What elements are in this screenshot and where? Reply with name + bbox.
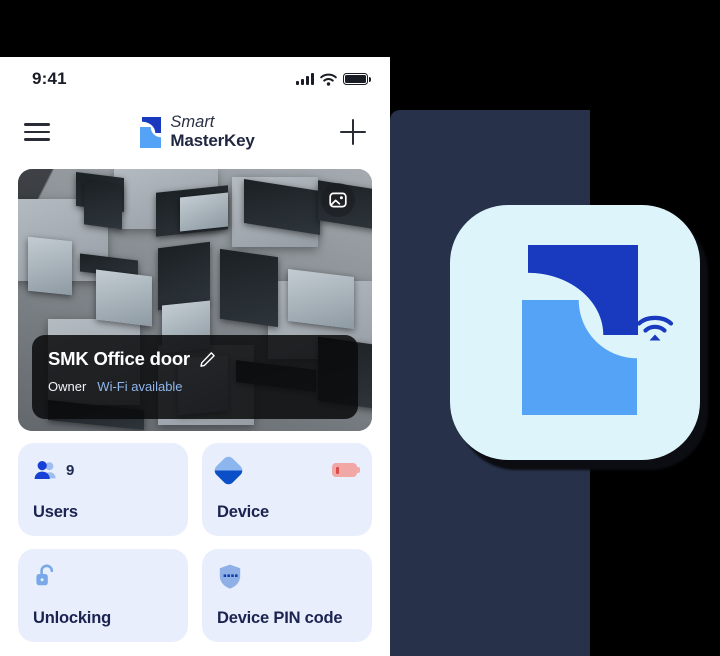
brand-line-2: MasterKey <box>170 130 255 150</box>
tile-device[interactable]: Device <box>202 443 372 536</box>
pencil-edit-icon[interactable] <box>199 351 216 368</box>
tile-unlocking-top <box>33 563 173 589</box>
status-time: 9:41 <box>32 69 67 88</box>
tile-unlocking[interactable]: Unlocking <box>18 549 188 642</box>
app-icon-container <box>450 205 708 470</box>
door-connection-status: Wi-Fi available <box>97 379 183 394</box>
battery-full-icon <box>343 72 371 86</box>
tile-pin-label: Device PIN code <box>217 609 343 627</box>
tile-device-top <box>212 453 360 487</box>
status-bar: 9:41 <box>0 57 390 101</box>
wifi-icon <box>320 73 337 86</box>
tile-users[interactable]: 9 Users <box>18 443 188 536</box>
phone-mockup: 9:41 Smart MasterKey SMK Office door Own… <box>0 57 390 656</box>
tile-unlocking-label: Unlocking <box>33 609 111 627</box>
wifi-icon <box>636 315 674 341</box>
door-info-overlay: SMK Office door Owner Wi-Fi available <box>32 335 358 419</box>
screenshot-stage: 9:41 Smart MasterKey SMK Office door Own… <box>0 0 720 656</box>
door-photo-card[interactable]: SMK Office door Owner Wi-Fi available <box>18 169 372 431</box>
tile-users-label: Users <box>33 503 78 521</box>
tile-pin-top <box>217 563 357 589</box>
device-diamond-icon <box>212 453 245 487</box>
open-padlock-icon <box>36 564 54 586</box>
app-navigation-bar: Smart MasterKey <box>0 101 390 163</box>
change-photo-button[interactable] <box>321 183 355 217</box>
shield-pin-icon <box>219 564 241 589</box>
brand-text: Smart MasterKey <box>170 113 255 150</box>
users-group-icon <box>34 461 56 479</box>
door-role: Owner <box>48 379 87 394</box>
tile-device-pin-code[interactable]: Device PIN code <box>202 549 372 642</box>
plus-icon[interactable] <box>339 119 366 145</box>
door-name: SMK Office door <box>48 348 190 369</box>
cellular-signal-icon <box>296 73 314 85</box>
tile-device-label: Device <box>217 503 270 521</box>
door-meta: Owner Wi-Fi available <box>48 379 342 394</box>
smart-masterkey-logo-icon <box>135 115 162 149</box>
brand-logo: Smart MasterKey <box>135 113 255 150</box>
door-title-row: SMK Office door <box>48 348 342 370</box>
feature-tiles-grid: 9 Users Device Unlocking Device PIN code <box>18 443 372 642</box>
low-battery-icon <box>332 463 360 477</box>
logo-lower-curve-icon <box>522 300 637 415</box>
status-icons <box>296 72 371 86</box>
tile-users-count: 9 <box>66 461 75 479</box>
tile-users-top: 9 <box>33 457 173 483</box>
smart-masterkey-app-icon <box>450 205 700 460</box>
brand-line-1: Smart <box>170 113 215 132</box>
image-placeholder-icon <box>329 192 347 208</box>
hamburger-menu-icon[interactable] <box>24 123 50 141</box>
